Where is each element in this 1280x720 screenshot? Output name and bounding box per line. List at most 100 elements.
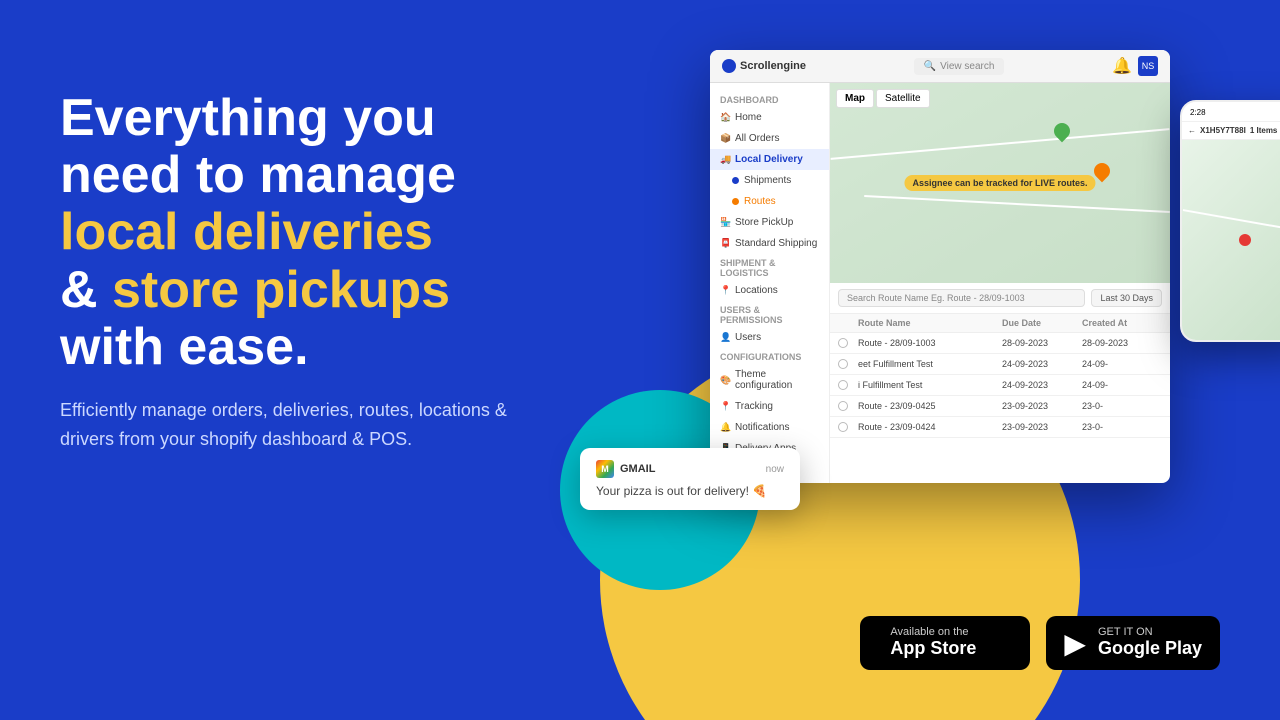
col-duedate: Due Date: [1002, 318, 1082, 328]
row-due-date: 23-09-2023: [1002, 422, 1082, 432]
search-placeholder-text: View search: [940, 61, 994, 72]
sidebar-item-locations[interactable]: 📍 Locations: [710, 280, 829, 301]
table-row[interactable]: Route - 23/09-0425 23-09-2023 23-0-: [830, 396, 1170, 417]
heading-line4-highlight: store pickups: [112, 261, 450, 319]
google-play-button[interactable]: ▶ GET IT ON Google Play: [1046, 616, 1220, 670]
sidebar-item-home-label: Home: [735, 112, 762, 123]
sidebar-item-shipments[interactable]: Shipments: [710, 170, 829, 191]
sub-description: Efficiently manage orders, deliveries, r…: [60, 396, 530, 454]
sidebar-item-local-delivery[interactable]: 🚚 Local Delivery: [710, 149, 829, 170]
sidebar-item-shipments-label: Shipments: [744, 175, 791, 186]
locations-icon: 📍: [720, 285, 730, 296]
sidebar-section-users: Users & Permissions: [710, 301, 829, 327]
theme-icon: 🎨: [720, 375, 730, 386]
gmail-title: M GMAIL: [596, 460, 655, 478]
row-created-at: 28-09-2023: [1082, 338, 1162, 348]
map-tabs: Map Satellite: [836, 89, 930, 108]
notification-icon[interactable]: 🔔: [1112, 56, 1132, 76]
sidebar-item-locations-label: Locations: [735, 285, 778, 296]
shipments-dot: [732, 177, 739, 184]
row-created-at: 23-0-: [1082, 422, 1162, 432]
sidebar-item-tracking[interactable]: 📍 Tracking: [710, 396, 829, 417]
gmail-header: M GMAIL now: [596, 460, 784, 478]
heading-line3: local deliveries: [60, 203, 433, 261]
dashboard-window: Scrollengine 🔍 View search 🔔 NS Dashbo: [710, 50, 1170, 483]
row-radio[interactable]: [838, 422, 848, 432]
heading-line1: Everything you: [60, 89, 436, 147]
table-row[interactable]: Route - 23/09-0424 23-09-2023 23-0-: [830, 417, 1170, 438]
sidebar-item-all-orders[interactable]: 📦 All Orders: [710, 128, 829, 149]
date-filter[interactable]: Last 30 Days: [1091, 289, 1162, 307]
phone-items-count: 1 Items: [1250, 126, 1278, 135]
gmail-time: now: [766, 464, 784, 475]
main-heading: Everything you need to manage local deli…: [60, 90, 580, 376]
home-icon: 🏠: [720, 112, 730, 123]
sidebar-item-users[interactable]: 👤 Users: [710, 327, 829, 348]
background: Everything you need to manage local deli…: [0, 0, 1280, 720]
titlebar-logo: Scrollengine: [722, 59, 806, 73]
routes-dot: [732, 198, 739, 205]
heading-line2: need to manage: [60, 146, 456, 204]
sidebar-item-notifications[interactable]: 🔔 Notifications: [710, 417, 829, 438]
routes-toolbar: Search Route Name Eg. Route - 28/09-1003…: [830, 283, 1170, 314]
play-icon: ▶: [1064, 627, 1086, 660]
row-radio[interactable]: [838, 359, 848, 369]
app-store-button[interactable]: Available on the App Store: [860, 616, 1030, 670]
row-created-at: 24-09-: [1082, 359, 1162, 369]
sidebar-item-pickup-label: Store PickUp: [735, 217, 793, 228]
search-icon: 🔍: [924, 61, 936, 72]
sidebar-item-routes-label: Routes: [744, 196, 776, 207]
dashboard-titlebar: Scrollengine 🔍 View search 🔔 NS: [710, 50, 1170, 83]
row-due-date: 23-09-2023: [1002, 401, 1082, 411]
row-route-name: i Fulfillment Test: [858, 380, 1002, 390]
sidebar-item-store-pickup[interactable]: 🏪 Store PickUp: [710, 212, 829, 233]
table-row[interactable]: eet Fulfillment Test 24-09-2023 24-09-: [830, 354, 1170, 375]
avatar-initials: NS: [1142, 61, 1155, 71]
phone-back-icon[interactable]: ←: [1188, 126, 1196, 135]
sidebar-item-theme[interactable]: 🎨 Theme configuration: [710, 364, 829, 396]
map-tab-satellite[interactable]: Satellite: [876, 89, 930, 108]
sidebar-section-dashboard: Dashboard: [710, 91, 829, 107]
assignee-banner: Assignee can be tracked for LIVE routes.: [904, 175, 1095, 191]
titlebar-search[interactable]: 🔍 View search: [914, 58, 1005, 75]
sidebar-item-delivery-label: Local Delivery: [735, 154, 803, 165]
sidebar-item-standard-shipping[interactable]: 📮 Standard Shipping: [710, 233, 829, 254]
routes-table-header: Route Name Due Date Created At: [830, 314, 1170, 333]
map-tab-map[interactable]: Map: [836, 89, 874, 108]
sidebar-section-logistics: Shipment & Logistics: [710, 254, 829, 280]
logo-icon: [722, 59, 736, 73]
pickup-icon: 🏪: [720, 217, 730, 228]
row-route-name: Route - 23/09-0424: [858, 422, 1002, 432]
left-content-panel: Everything you need to manage local deli…: [60, 90, 580, 454]
sidebar-item-home[interactable]: 🏠 Home: [710, 107, 829, 128]
logo-text: Scrollengine: [740, 60, 806, 72]
dashboard-body: Dashboard 🏠 Home 📦 All Orders 🚚 Local De…: [710, 83, 1170, 483]
sidebar-item-tracking-label: Tracking: [735, 401, 773, 412]
dashboard-container: Scrollengine 🔍 View search 🔔 NS Dashbo: [710, 50, 1240, 483]
sidebar-section-config: Configurations: [710, 348, 829, 364]
phone-header: ← X1H5Y7T88I 1 Items: [1182, 122, 1280, 140]
row-radio[interactable]: [838, 401, 848, 411]
row-due-date: 28-09-2023: [1002, 338, 1082, 348]
app-store-text: Available on the App Store: [890, 626, 976, 660]
orders-icon: 📦: [720, 133, 730, 144]
app-store-label-large: App Store: [890, 638, 976, 660]
google-play-text: GET IT ON Google Play: [1098, 626, 1202, 660]
routes-search-input[interactable]: Search Route Name Eg. Route - 28/09-1003: [838, 289, 1085, 307]
titlebar-right: 🔔 NS: [1112, 56, 1158, 76]
phone-mockup: 2:28 ▊▊ ← X1H5Y7T88I 1 Items: [1180, 100, 1280, 342]
gmail-icon: M: [596, 460, 614, 478]
sidebar-item-routes[interactable]: Routes: [710, 191, 829, 212]
table-row[interactable]: i Fulfillment Test 24-09-2023 24-09-: [830, 375, 1170, 396]
col-createdat: Created At: [1082, 318, 1162, 328]
phone-time: 2:28: [1190, 108, 1206, 117]
row-radio[interactable]: [838, 380, 848, 390]
row-radio[interactable]: [838, 338, 848, 348]
app-buttons: Available on the App Store ▶ GET IT ON G…: [860, 616, 1220, 670]
google-play-label-small: GET IT ON: [1098, 626, 1202, 638]
users-icon: 👤: [720, 332, 730, 343]
col-checkbox: [838, 318, 858, 328]
delivery-icon: 🚚: [720, 154, 730, 165]
row-created-at: 23-0-: [1082, 401, 1162, 411]
table-row[interactable]: Route - 28/09-1003 28-09-2023 28-09-2023: [830, 333, 1170, 354]
